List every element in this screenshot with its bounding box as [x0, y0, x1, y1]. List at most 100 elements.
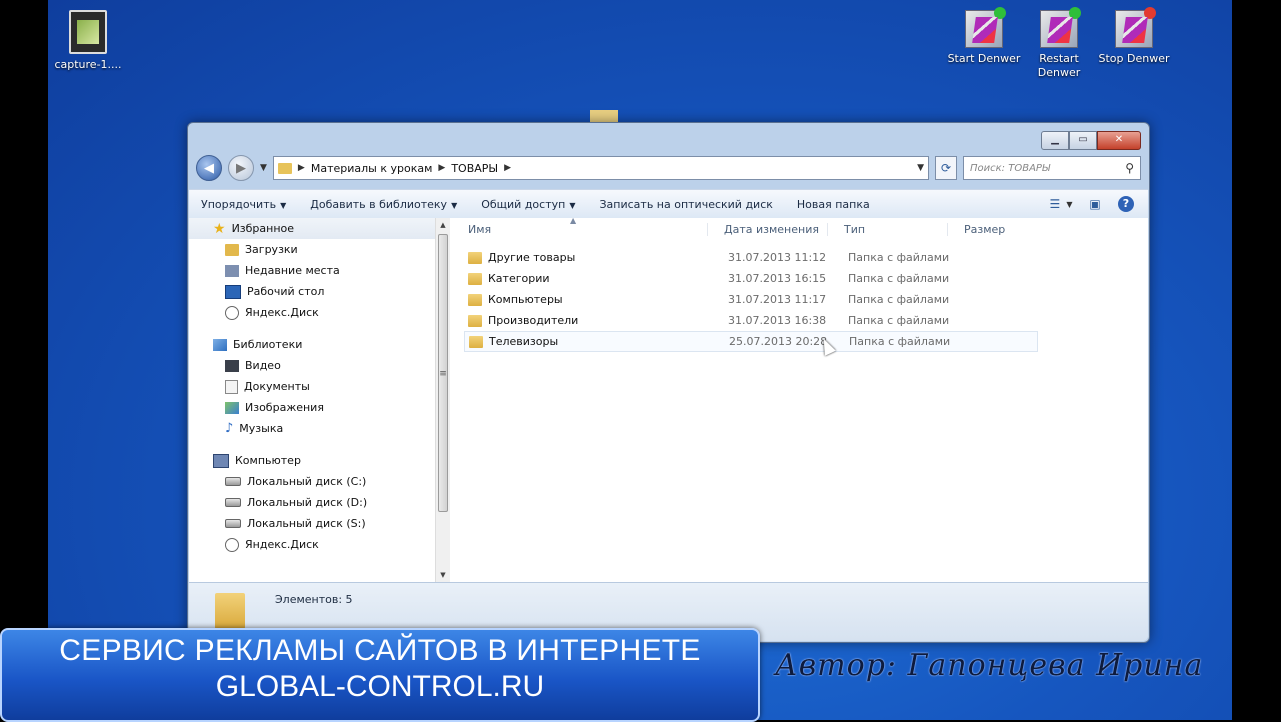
navigation-scrollbar[interactable]: ▲ ≡ ▼ — [435, 218, 450, 582]
command-bar: Упорядочить ▼ Добавить в библиотеку ▼ Общи… — [189, 189, 1148, 219]
search-input[interactable]: Поиск: ТОВАРЫ ⚲ — [963, 156, 1141, 180]
nav-item-yandex-disk[interactable]: Яндекс.Диск — [189, 302, 435, 323]
nav-item-drive-d[interactable]: Локальный диск (D:) — [189, 492, 435, 513]
column-header-name[interactable]: ▲ Имя — [450, 216, 708, 236]
banner-line-2: GLOBAL-CONTROL.RU — [215, 670, 545, 703]
close-button[interactable]: ✕ — [1097, 131, 1141, 150]
item-count: Элементов: 5 — [275, 593, 353, 606]
desktop-folder-icon — [590, 110, 618, 122]
folder-icon — [469, 335, 483, 348]
dropdown-arrow-icon: ▼ — [280, 200, 287, 210]
desktop-icon-restart-denwer[interactable]: Restart Denwer — [1019, 7, 1099, 80]
music-note-icon: ♪ — [225, 420, 234, 436]
nav-favorites[interactable]: ★ Избранное — [189, 218, 435, 239]
file-row[interactable]: Компьютеры 31.07.2013 11:17 Папка с файл… — [464, 289, 1038, 310]
caption-buttons: ▁ ▭ ✕ — [1041, 131, 1141, 150]
breadcrumb-segment[interactable]: Материалы к урокам — [311, 162, 433, 175]
dropdown-arrow-icon: ▼ — [569, 200, 576, 210]
folder-icon — [468, 314, 482, 327]
yandex-disk-icon — [225, 537, 239, 552]
denwer-start-icon — [965, 7, 1006, 48]
refresh-button[interactable]: ⟳ — [935, 156, 957, 180]
search-placeholder: Поиск: ТОВАРЫ — [970, 162, 1051, 174]
explorer-body: ★ Избранное Загрузки Недавние места Рабоч… — [189, 216, 1148, 582]
file-row[interactable]: Производители 31.07.2013 16:38 Папка с ф… — [464, 310, 1038, 331]
nav-item-desktop[interactable]: Рабочий стол — [189, 281, 435, 302]
recent-pages-dropdown-icon[interactable]: ▼ — [260, 163, 267, 173]
nav-libraries[interactable]: Библиотеки — [189, 334, 435, 355]
folder-icon — [468, 293, 482, 306]
dropdown-arrow-icon: ▼ — [451, 200, 458, 210]
nav-item-pictures[interactable]: Изображения — [189, 397, 435, 418]
back-button[interactable]: ◀ — [196, 155, 222, 181]
yandex-disk-icon — [225, 305, 239, 320]
folder-icon — [468, 251, 482, 264]
folder-icon — [468, 272, 482, 285]
denwer-restart-icon — [1040, 7, 1081, 48]
desktop-icon-label: Stop Denwer — [1098, 52, 1170, 65]
navigation-bar: ◀ ▶ ▼ ▶ Материалы к урокам ▶ ТОВАРЫ ▶ ▼ … — [196, 153, 1141, 183]
share-menu[interactable]: Общий доступ ▼ — [469, 198, 587, 211]
nav-item-video[interactable]: Видео — [189, 355, 435, 376]
recent-places-icon — [225, 264, 239, 277]
nav-item-music[interactable]: ♪ Музыка — [189, 418, 435, 439]
nav-item-recent[interactable]: Недавние места — [189, 260, 435, 281]
column-header-size[interactable]: Размер — [948, 223, 1038, 236]
author-caption: Автор: Гапонцева Ирина — [775, 648, 1204, 683]
scroll-down-icon[interactable]: ▼ — [436, 568, 450, 582]
file-list: ▲ Имя Дата изменения Тип Размер Другие то… — [450, 216, 1148, 582]
drive-icon — [225, 477, 241, 486]
desktop-icon-label: Restart Denwer — [1037, 52, 1081, 79]
nav-item-drive-c[interactable]: Локальный диск (C:) — [189, 471, 435, 492]
preview-pane-icon[interactable]: ▣ — [1086, 197, 1104, 211]
downloads-folder-icon — [225, 243, 239, 256]
chevron-right-icon[interactable]: ▶ — [438, 163, 445, 173]
desktop-icon — [225, 284, 241, 299]
nav-item-yandex-disk-2[interactable]: Яндекс.Диск — [189, 534, 435, 555]
column-header-type[interactable]: Тип — [828, 222, 948, 236]
view-options-icon[interactable]: ☰ ▼ — [1050, 197, 1073, 211]
documents-library-icon — [225, 379, 238, 394]
denwer-stop-icon — [1115, 7, 1156, 48]
desktop-icon-label: Start Denwer — [947, 52, 1021, 65]
file-row[interactable]: Категории 31.07.2013 16:15 Папка с файла… — [464, 268, 1038, 289]
nav-computer[interactable]: Компьютер — [189, 450, 435, 471]
desktop-icon-stop-denwer[interactable]: Stop Denwer — [1094, 7, 1174, 66]
nav-item-downloads[interactable]: Загрузки — [189, 239, 435, 260]
chevron-right-icon[interactable]: ▶ — [504, 163, 511, 173]
column-header-date[interactable]: Дата изменения — [708, 222, 828, 236]
libraries-icon — [213, 338, 227, 351]
file-row[interactable]: Другие товары 31.07.2013 11:12 Папка с ф… — [464, 247, 1038, 268]
star-icon: ★ — [213, 220, 226, 237]
scroll-up-icon[interactable]: ▲ — [436, 218, 450, 232]
breadcrumb-segment[interactable]: ТОВАРЫ — [451, 162, 498, 175]
desktop-icon-capture[interactable]: capture-1.... — [48, 10, 128, 72]
help-icon[interactable]: ? — [1118, 196, 1134, 212]
chevron-right-icon[interactable]: ▶ — [298, 163, 305, 173]
desktop-icon-start-denwer[interactable]: Start Denwer — [944, 7, 1024, 66]
video-library-icon — [225, 359, 239, 372]
sort-caret-icon: ▲ — [570, 215, 577, 225]
navigation-pane: ★ Избранное Загрузки Недавние места Рабоч… — [189, 218, 435, 582]
forward-button[interactable]: ▶ — [228, 155, 254, 181]
desktop-icon-label: capture-1.... — [54, 58, 122, 71]
folder-icon — [277, 162, 292, 174]
scrollbar-thumb[interactable]: ≡ — [438, 234, 448, 512]
add-to-library-menu[interactable]: Добавить в библиотеку ▼ — [298, 198, 469, 211]
advert-banner: СЕРВИС РЕКЛАМЫ САЙТОВ В ИНТЕРНЕТЕ GLOBAL… — [0, 628, 760, 722]
address-bar[interactable]: ▶ Материалы к урокам ▶ ТОВАРЫ ▶ ▼ — [272, 156, 929, 180]
organize-menu[interactable]: Упорядочить ▼ — [189, 198, 298, 211]
file-row[interactable]: Телевизоры 25.07.2013 20:28 Папка с файл… — [464, 331, 1038, 352]
address-dropdown-icon[interactable]: ▼ — [917, 163, 924, 173]
nav-item-drive-s[interactable]: Локальный диск (S:) — [189, 513, 435, 534]
nav-item-documents[interactable]: Документы — [189, 376, 435, 397]
video-file-icon — [69, 10, 107, 54]
burn-button[interactable]: Записать на оптический диск — [587, 198, 784, 211]
drive-icon — [225, 519, 241, 528]
minimize-button[interactable]: ▁ — [1041, 131, 1069, 150]
banner-line-1: СЕРВИС РЕКЛАМЫ САЙТОВ В ИНТЕРНЕТЕ — [59, 634, 701, 667]
maximize-button[interactable]: ▭ — [1069, 131, 1097, 150]
column-headers: ▲ Имя Дата изменения Тип Размер — [450, 216, 1148, 240]
folder-icon — [215, 593, 245, 629]
new-folder-button[interactable]: Новая папка — [785, 198, 882, 211]
